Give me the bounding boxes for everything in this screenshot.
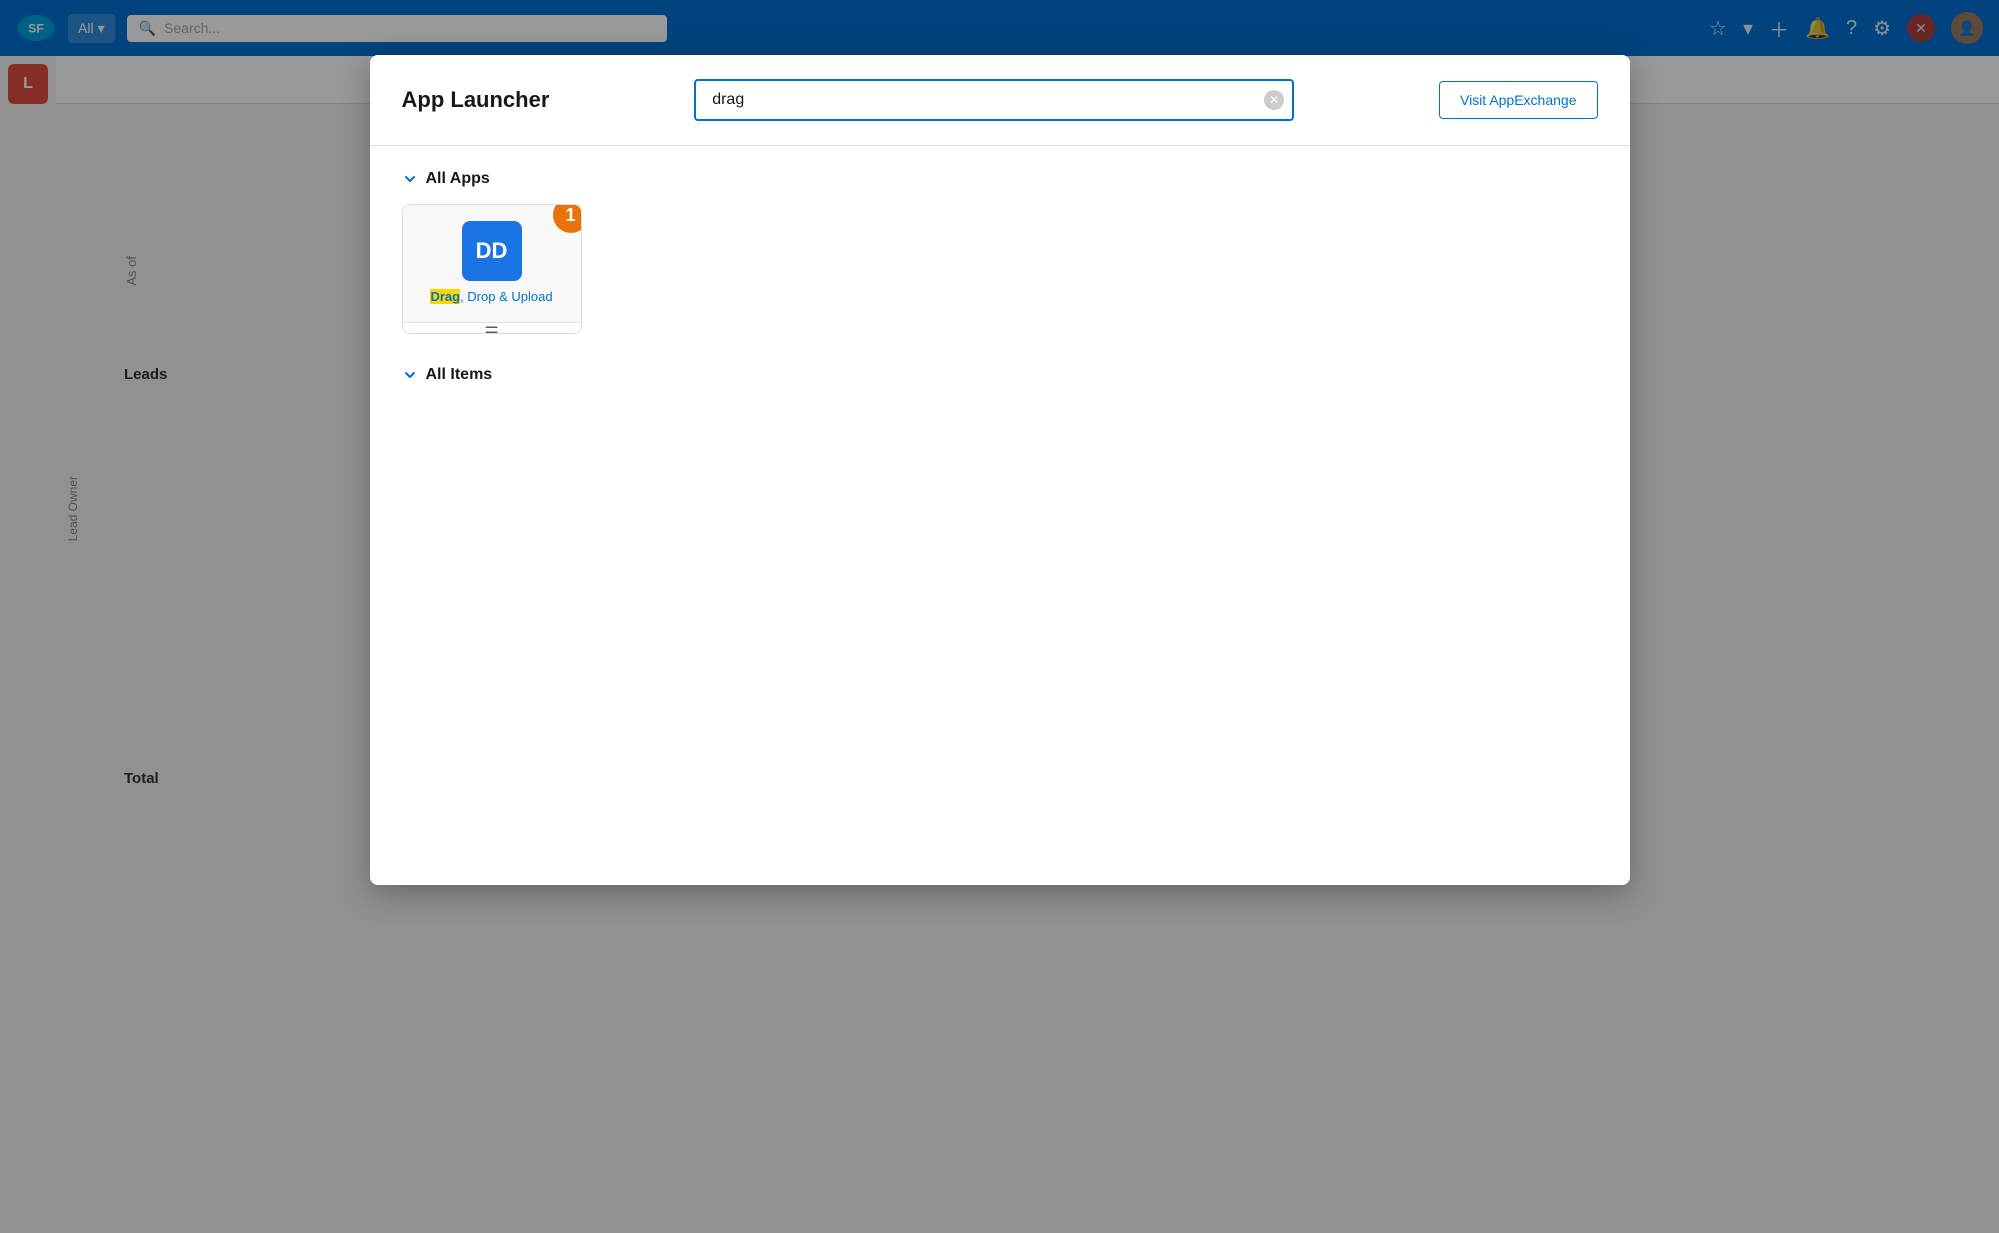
- app-launcher-modal: App Launcher ✕ Visit AppExchange All App…: [370, 55, 1630, 885]
- all-items-chevron-icon[interactable]: [402, 367, 418, 383]
- modal-title: App Launcher: [402, 87, 550, 113]
- all-items-section-title: All Items: [426, 366, 493, 384]
- all-apps-section-header: All Apps: [402, 170, 1598, 188]
- modal-body: All Apps DD Drag, Drop & Upload ☰ 1: [370, 146, 1630, 885]
- all-apps-chevron-icon[interactable]: [402, 171, 418, 187]
- app-card-footer: ☰: [403, 322, 581, 334]
- modal-search-container: ✕: [694, 79, 1294, 121]
- app-search-input[interactable]: [694, 79, 1294, 121]
- app-menu-icon[interactable]: ☰: [484, 323, 498, 334]
- modal-header: App Launcher ✕ Visit AppExchange: [370, 55, 1630, 146]
- app-icon-dd: DD: [462, 221, 522, 281]
- apps-grid: DD Drag, Drop & Upload ☰ 1: [402, 204, 1598, 334]
- app-name-rest: , Drop & Upload: [460, 289, 553, 304]
- app-card-drag-drop-upload[interactable]: DD Drag, Drop & Upload ☰ 1: [402, 204, 582, 334]
- all-items-section-header: All Items: [402, 366, 1598, 384]
- visit-appexchange-button[interactable]: Visit AppExchange: [1439, 81, 1598, 119]
- search-clear-button[interactable]: ✕: [1264, 90, 1284, 110]
- all-items-section: All Items: [402, 366, 1598, 384]
- all-apps-section-title: All Apps: [426, 170, 490, 188]
- app-name-drag-drop: Drag, Drop & Upload: [430, 289, 552, 306]
- app-name-highlight: Drag: [430, 289, 460, 304]
